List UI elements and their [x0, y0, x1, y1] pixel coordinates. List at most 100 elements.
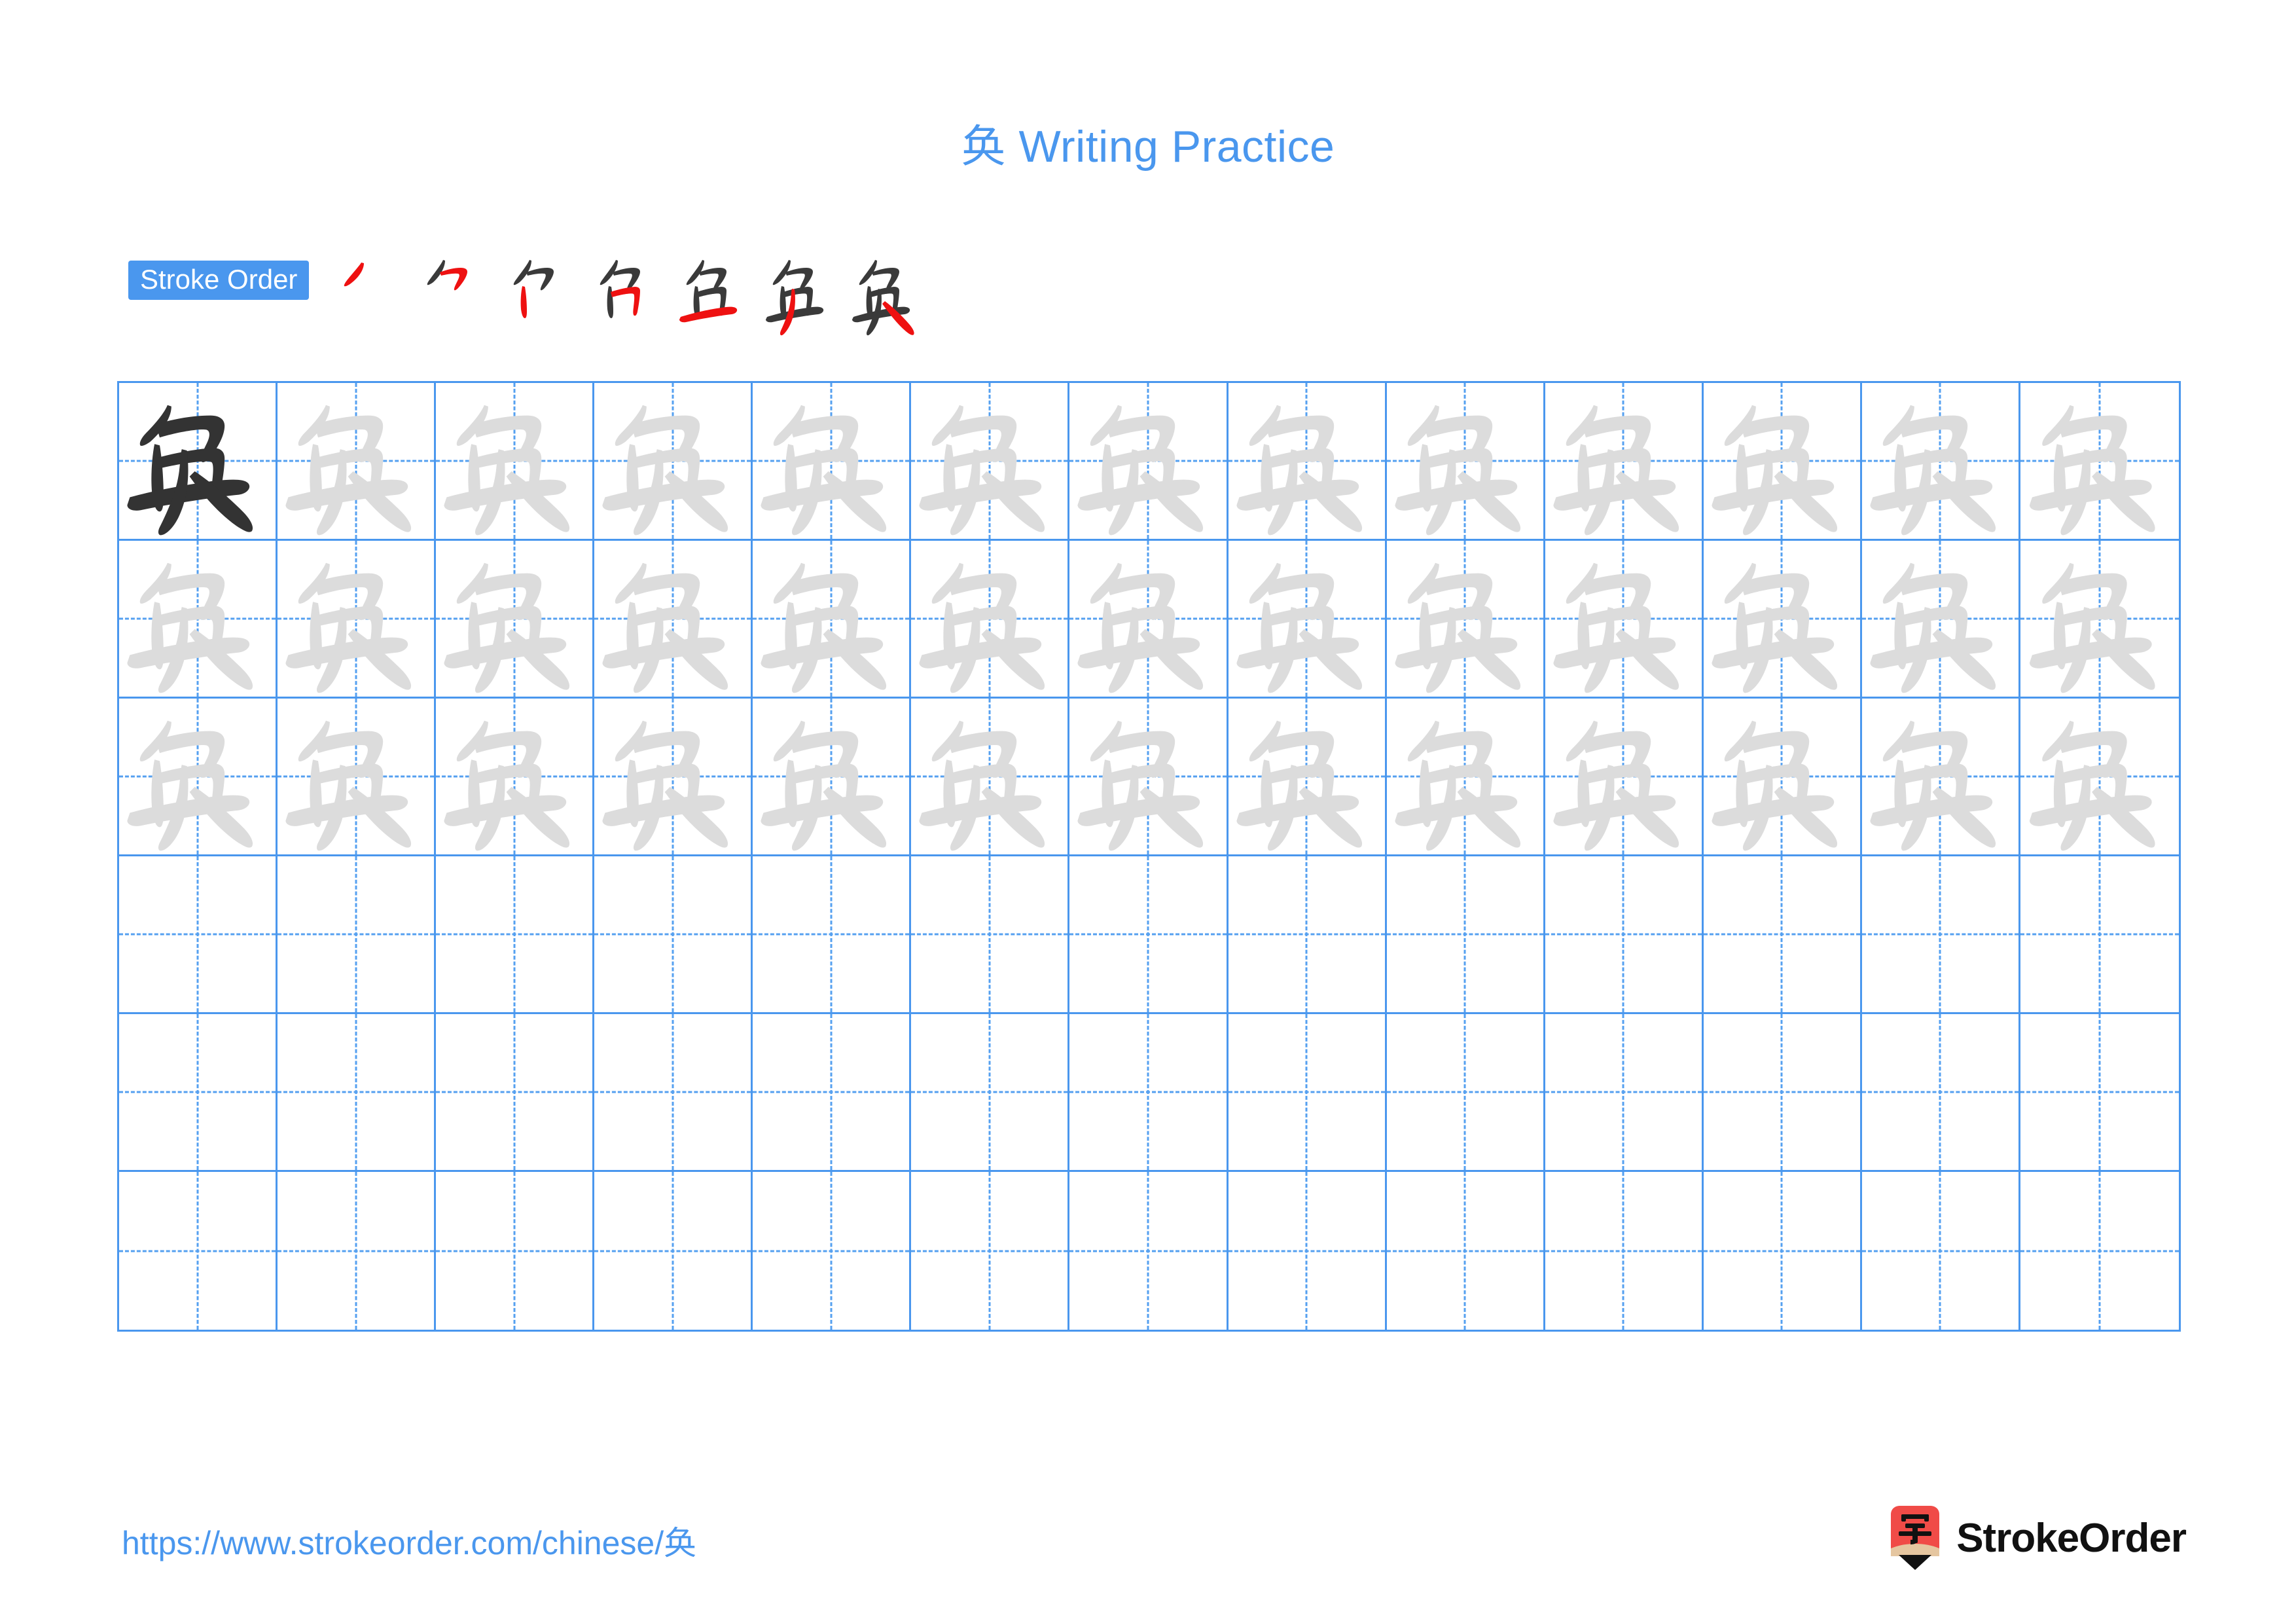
grid-cell-r2-c12[interactable] — [1861, 541, 2020, 699]
grid-cell-r3-c12[interactable] — [1861, 699, 2020, 856]
grid-cell-r1-c1[interactable] — [119, 383, 278, 541]
grid-cell-r4-c12[interactable] — [1861, 856, 2020, 1014]
grid-cell-r1-c12[interactable] — [1861, 383, 2020, 541]
grid-cell-r4-c10[interactable] — [1545, 856, 1704, 1014]
trace-character — [1545, 383, 1702, 539]
grid-cell-r3-c4[interactable] — [594, 699, 753, 856]
strokeorder-pencil-logo-icon — [1891, 1506, 1940, 1570]
stroke-5-new-icon — [679, 306, 738, 323]
grid-cell-r3-c2[interactable] — [278, 699, 437, 856]
grid-cell-r1-c2[interactable] — [278, 383, 437, 541]
grid-cell-r5-c3[interactable] — [436, 1014, 595, 1172]
trace-character — [1387, 541, 1543, 697]
grid-cell-r6-c13[interactable] — [2020, 1172, 2179, 1330]
grid-cell-r5-c5[interactable] — [753, 1014, 912, 1172]
grid-cell-r4-c9[interactable] — [1386, 856, 1545, 1014]
trace-character — [278, 699, 434, 854]
grid-cell-r2-c5[interactable] — [753, 541, 912, 699]
trace-character — [2020, 383, 2179, 539]
grid-cell-r1-c8[interactable] — [1228, 383, 1387, 541]
trace-character — [1069, 541, 1226, 697]
grid-cell-r1-c11[interactable] — [1703, 383, 1862, 541]
grid-cell-r3-c1[interactable] — [119, 699, 278, 856]
grid-cell-r2-c13[interactable] — [2020, 541, 2179, 699]
trace-character — [594, 541, 751, 697]
footer-url[interactable]: https://www.strokeorder.com/chinese/奂 — [122, 1517, 696, 1564]
grid-cell-r6-c12[interactable] — [1862, 1172, 2020, 1330]
grid-cell-r4-c13[interactable] — [2020, 856, 2179, 1014]
grid-cell-r5-c4[interactable] — [594, 1014, 753, 1172]
grid-cell-r4-c3[interactable] — [436, 856, 595, 1014]
grid-cell-r5-c2[interactable] — [278, 1014, 437, 1172]
grid-cell-r5-c7[interactable] — [1069, 1014, 1229, 1172]
grid-cell-r6-c4[interactable] — [594, 1172, 753, 1330]
trace-character — [436, 699, 592, 854]
grid-cell-r2-c7[interactable] — [1069, 541, 1229, 699]
stroke-7-new-icon — [882, 301, 915, 335]
grid-cell-r5-c1[interactable] — [119, 1014, 278, 1172]
grid-cell-r2-c4[interactable] — [594, 541, 753, 699]
grid-cell-r6-c5[interactable] — [753, 1172, 912, 1330]
grid-cell-r4-c11[interactable] — [1703, 856, 1862, 1014]
grid-cell-r3-c13[interactable] — [2020, 699, 2179, 856]
grid-cell-r1-c9[interactable] — [1386, 383, 1545, 541]
grid-cell-r5-c10[interactable] — [1545, 1014, 1704, 1172]
trace-character — [2020, 541, 2179, 697]
trace-character — [594, 699, 751, 854]
grid-cell-r5-c8[interactable] — [1228, 1014, 1387, 1172]
grid-cell-r6-c8[interactable] — [1229, 1172, 1387, 1330]
stroke-step-4 — [583, 246, 669, 338]
grid-cell-r2-c3[interactable] — [436, 541, 595, 699]
grid-cell-r4-c5[interactable] — [753, 856, 912, 1014]
grid-cell-r5-c13[interactable] — [2020, 1014, 2179, 1172]
grid-cell-r3-c9[interactable] — [1386, 699, 1545, 856]
grid-cell-r3-c8[interactable] — [1228, 699, 1387, 856]
grid-cell-r3-c7[interactable] — [1069, 699, 1229, 856]
trace-character — [911, 699, 1067, 854]
grid-cell-r2-c6[interactable] — [911, 541, 1070, 699]
grid-cell-r3-c3[interactable] — [436, 699, 595, 856]
grid-cell-r6-c11[interactable] — [1704, 1172, 1862, 1330]
grid-cell-r4-c6[interactable] — [911, 856, 1070, 1014]
grid-cell-r6-c2[interactable] — [278, 1172, 437, 1330]
grid-cell-r2-c2[interactable] — [278, 541, 437, 699]
grid-cell-r6-c6[interactable] — [911, 1172, 1070, 1330]
grid-cell-r4-c7[interactable] — [1069, 856, 1229, 1014]
grid-cell-r3-c11[interactable] — [1703, 699, 1862, 856]
grid-cell-r3-c5[interactable] — [753, 699, 912, 856]
trace-character — [278, 383, 434, 539]
grid-cell-r4-c8[interactable] — [1228, 856, 1387, 1014]
grid-cell-r5-c12[interactable] — [1861, 1014, 2020, 1172]
grid-cell-r1-c7[interactable] — [1069, 383, 1229, 541]
grid-cell-r6-c1[interactable] — [119, 1172, 278, 1330]
grid-cell-r2-c8[interactable] — [1228, 541, 1387, 699]
grid-cell-r3-c6[interactable] — [911, 699, 1070, 856]
grid-cell-r5-c6[interactable] — [911, 1014, 1070, 1172]
grid-cell-r5-c9[interactable] — [1386, 1014, 1545, 1172]
grid-cell-r5-c11[interactable] — [1703, 1014, 1862, 1172]
grid-cell-r1-c6[interactable] — [911, 383, 1070, 541]
trace-character — [436, 383, 592, 539]
grid-cell-r4-c2[interactable] — [278, 856, 437, 1014]
footer-brand[interactable]: StrokeOrder — [1887, 1502, 2187, 1574]
grid-cell-r2-c11[interactable] — [1703, 541, 1862, 699]
grid-cell-r4-c4[interactable] — [594, 856, 753, 1014]
grid-cell-r2-c1[interactable] — [119, 541, 278, 699]
trace-character — [1387, 699, 1543, 854]
grid-cell-r1-c13[interactable] — [2020, 383, 2179, 541]
grid-cell-r6-c7[interactable] — [1069, 1172, 1229, 1330]
grid-cell-r6-c3[interactable] — [436, 1172, 595, 1330]
grid-cell-r1-c4[interactable] — [594, 383, 753, 541]
grid-cell-r1-c10[interactable] — [1545, 383, 1704, 541]
grid-cell-r2-c10[interactable] — [1545, 541, 1704, 699]
stroke-step-5 — [669, 246, 755, 338]
grid-cell-r6-c10[interactable] — [1545, 1172, 1704, 1330]
grid-cell-r6-c9[interactable] — [1387, 1172, 1545, 1330]
trace-character — [911, 541, 1067, 697]
grid-cell-r1-c3[interactable] — [436, 383, 595, 541]
grid-cell-r4-c1[interactable] — [119, 856, 278, 1014]
grid-cell-r2-c9[interactable] — [1386, 541, 1545, 699]
stroke-1-new-icon — [344, 263, 365, 287]
grid-cell-r3-c10[interactable] — [1545, 699, 1704, 856]
grid-cell-r1-c5[interactable] — [753, 383, 912, 541]
